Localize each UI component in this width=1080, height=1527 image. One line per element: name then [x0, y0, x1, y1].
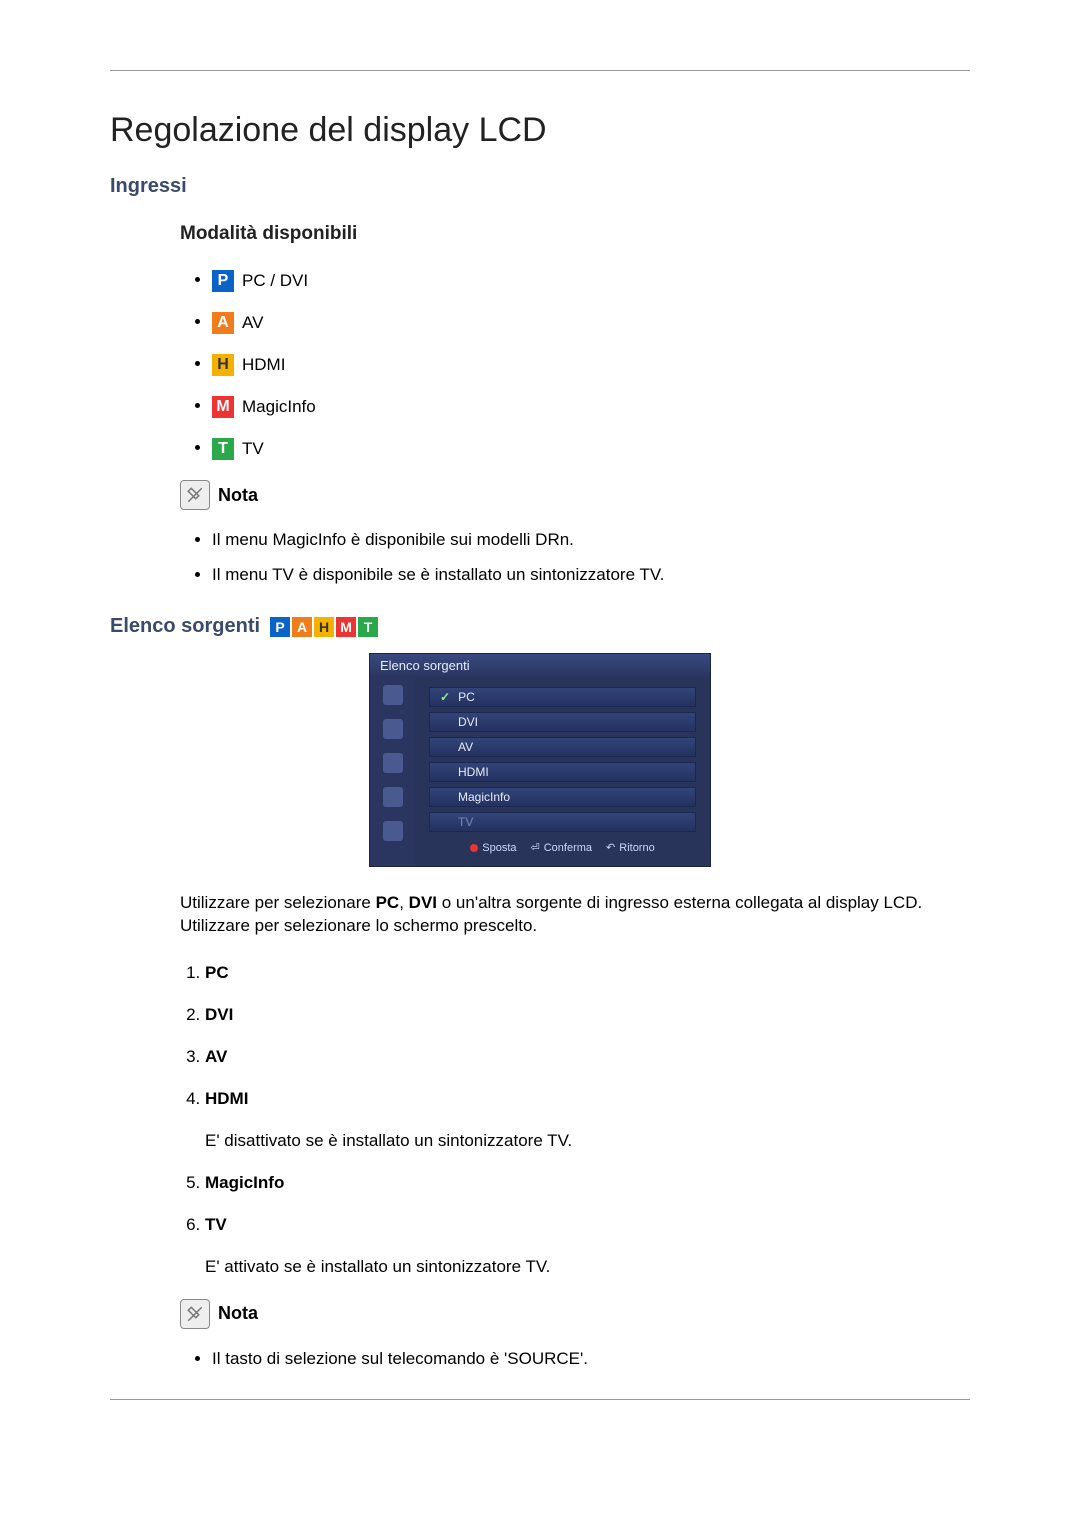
page-title: Regolazione del display LCD: [110, 111, 970, 150]
osd-item-magicinfo[interactable]: MagicInfo: [429, 787, 696, 807]
mode-item: H HDMI: [212, 354, 970, 376]
modes-list: P PC / DVI A AV H HDMI M MagicInfo: [180, 270, 970, 460]
osd-sidebar-icon: [383, 753, 403, 773]
mode-icon-p: P: [212, 270, 234, 292]
note-icon: [180, 480, 210, 510]
osd-footer-conferma: Conferma: [544, 842, 592, 854]
source-li-dvi: DVI: [205, 1005, 970, 1025]
strip-icon-t: T: [358, 617, 378, 637]
enter-icon: ⏎: [531, 841, 540, 854]
available-modes-heading: Modalità disponibili: [180, 223, 970, 245]
strip-icon-m: M: [336, 617, 356, 637]
osd-footer: Sposta ⏎ Conferma ↶ Ritorno: [429, 837, 696, 860]
dot-icon: [470, 844, 478, 852]
source-ordered-list: PC DVI AV HDMI E' disattivato se è insta…: [180, 963, 970, 1277]
note-item: Il menu MagicInfo è disponibile sui mode…: [212, 530, 970, 550]
source-li-hdmi: HDMI E' disattivato se è installato un s…: [205, 1089, 970, 1151]
source-li-tv: TV E' attivato se è installato un sinton…: [205, 1215, 970, 1277]
mode-item: T TV: [212, 438, 970, 460]
strip-icon-p: P: [270, 617, 290, 637]
source-li-pc: PC: [205, 963, 970, 983]
strip-icon-a: A: [292, 617, 312, 637]
mode-icon-a: A: [212, 312, 234, 334]
osd-title: Elenco sorgenti: [370, 654, 710, 677]
note-block: Nota: [180, 480, 970, 510]
mode-icon-t: T: [212, 438, 234, 460]
mode-label: AV: [242, 313, 263, 333]
mode-item: M MagicInfo: [212, 396, 970, 418]
mode-item: P PC / DVI: [212, 270, 970, 292]
note-list: Il tasto di selezione sul telecomando è …: [180, 1349, 970, 1369]
osd-sidebar-icon: [383, 787, 403, 807]
top-rule: [110, 70, 970, 71]
source-li-av: AV: [205, 1047, 970, 1067]
osd-sidebar-icon: [383, 821, 403, 841]
bottom-rule: [110, 1399, 970, 1400]
osd-panel: Elenco sorgenti PC DVI AV HDMI MagicInfo…: [369, 653, 711, 867]
source-li-magicinfo: MagicInfo: [205, 1173, 970, 1193]
osd-item-hdmi[interactable]: HDMI: [429, 762, 696, 782]
strip-icon-h: H: [314, 617, 334, 637]
osd-sidebar-icon: [383, 685, 403, 705]
note-item: Il tasto di selezione sul telecomando è …: [212, 1349, 970, 1369]
mode-strip: P A H M T: [270, 617, 378, 637]
section-ingressi: Ingressi: [110, 175, 970, 198]
elenco-sorgenti-heading: Elenco sorgenti: [110, 615, 260, 638]
mode-label: MagicInfo: [242, 397, 316, 417]
return-icon: ↶: [606, 841, 615, 854]
osd-item-pc[interactable]: PC: [429, 687, 696, 707]
osd-item-dvi[interactable]: DVI: [429, 712, 696, 732]
mode-label: PC / DVI: [242, 271, 308, 291]
note-item: Il menu TV è disponibile se è installato…: [212, 565, 970, 585]
osd-sidebar: [370, 677, 415, 866]
usage-paragraph: Utilizzare per selezionare PC, DVI o un'…: [180, 892, 970, 938]
osd-item-tv[interactable]: TV: [429, 812, 696, 832]
mode-label: TV: [242, 439, 264, 459]
mode-icon-m: M: [212, 396, 234, 418]
mode-label: HDMI: [242, 355, 285, 375]
note-label: Nota: [218, 1303, 258, 1324]
osd-footer-sposta: Sposta: [482, 842, 516, 854]
osd-footer-ritorno: Ritorno: [619, 842, 654, 854]
note-label: Nota: [218, 485, 258, 506]
mode-icon-h: H: [212, 354, 234, 376]
mode-item: A AV: [212, 312, 970, 334]
note-block: Nota: [180, 1299, 970, 1329]
note-icon: [180, 1299, 210, 1329]
note-list: Il menu MagicInfo è disponibile sui mode…: [180, 530, 970, 585]
osd-sidebar-icon: [383, 719, 403, 739]
osd-item-av[interactable]: AV: [429, 737, 696, 757]
